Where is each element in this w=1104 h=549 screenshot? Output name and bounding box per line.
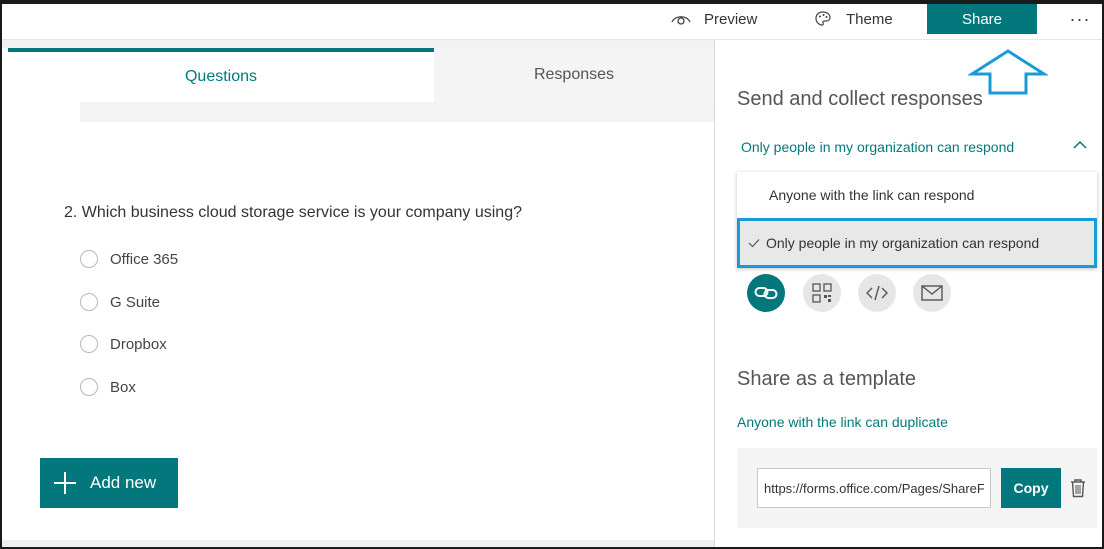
- option-g-suite[interactable]: G Suite: [78, 291, 160, 313]
- add-new-label: Add new: [90, 473, 157, 492]
- chevron-up-icon: [1073, 140, 1087, 149]
- dropdown-option-anyone[interactable]: Anyone with the link can respond: [737, 172, 1097, 218]
- send-heading: Send and collect responses: [737, 88, 983, 110]
- tab-questions[interactable]: Questions: [8, 48, 434, 102]
- form-editor: Questions Responses 2. Which business cl…: [2, 40, 714, 547]
- option-label: Dropbox: [110, 335, 167, 353]
- permission-selected-value: Only people in my organization can respo…: [741, 139, 1015, 155]
- more-icon[interactable]: ···: [1065, 4, 1095, 34]
- question-title: 2. Which business cloud storage service …: [64, 204, 522, 221]
- checkmark-icon: [748, 239, 760, 248]
- copy-button[interactable]: Copy: [1001, 468, 1061, 508]
- theme-button[interactable]: Theme: [812, 4, 893, 34]
- option-label: Only people in my organization can respo…: [766, 235, 1040, 251]
- app-frame: Preview Theme Share ··· Questions Respon…: [0, 0, 1104, 549]
- share-button[interactable]: Share: [927, 4, 1037, 34]
- trash-icon[interactable]: [1069, 478, 1087, 498]
- previous-question-card: [80, 102, 714, 122]
- template-permission-link[interactable]: Anyone with the link can duplicate: [737, 414, 948, 430]
- radio-button[interactable]: [80, 378, 98, 396]
- share-panel: Send and collect responses Only people i…: [714, 40, 1102, 547]
- embed-icon[interactable]: [858, 274, 896, 312]
- arrow-up-icon: [968, 49, 1048, 95]
- radio-button[interactable]: [80, 250, 98, 268]
- radio-button[interactable]: [80, 335, 98, 353]
- tab-bar: Questions Responses: [8, 48, 714, 102]
- option-office-365[interactable]: Office 365: [78, 248, 178, 270]
- option-dropbox[interactable]: Dropbox: [78, 333, 167, 355]
- option-label: Box: [110, 378, 136, 396]
- link-icon[interactable]: [747, 274, 785, 312]
- preview-label: Preview: [704, 10, 758, 28]
- tab-responses[interactable]: Responses: [434, 48, 714, 102]
- add-new-button[interactable]: Add new: [40, 458, 178, 508]
- top-bar: Preview Theme Share ···: [2, 4, 1102, 40]
- eye-icon: [670, 8, 692, 30]
- top-band: [2, 40, 714, 48]
- template-link-box: Copy: [737, 448, 1097, 528]
- theme-label: Theme: [846, 10, 893, 28]
- template-url-input[interactable]: [757, 468, 991, 508]
- permission-select[interactable]: Only people in my organization can respo…: [741, 136, 1091, 158]
- option-label: Office 365: [110, 250, 179, 268]
- qr-code-icon[interactable]: [803, 274, 841, 312]
- option-box[interactable]: Box: [78, 376, 136, 398]
- preview-button[interactable]: Preview: [670, 4, 757, 34]
- radio-button[interactable]: [80, 293, 98, 311]
- palette-icon: [812, 8, 834, 30]
- email-icon[interactable]: [913, 274, 951, 312]
- plus-icon: [54, 472, 76, 494]
- dropdown-option-organization[interactable]: Only people in my organization can respo…: [737, 218, 1097, 268]
- option-label: Anyone with the link can respond: [769, 187, 975, 203]
- bottom-band: [2, 540, 714, 547]
- option-label: G Suite: [110, 293, 161, 311]
- permission-dropdown: Anyone with the link can respond Only pe…: [737, 172, 1097, 268]
- template-heading: Share as a template: [737, 368, 916, 390]
